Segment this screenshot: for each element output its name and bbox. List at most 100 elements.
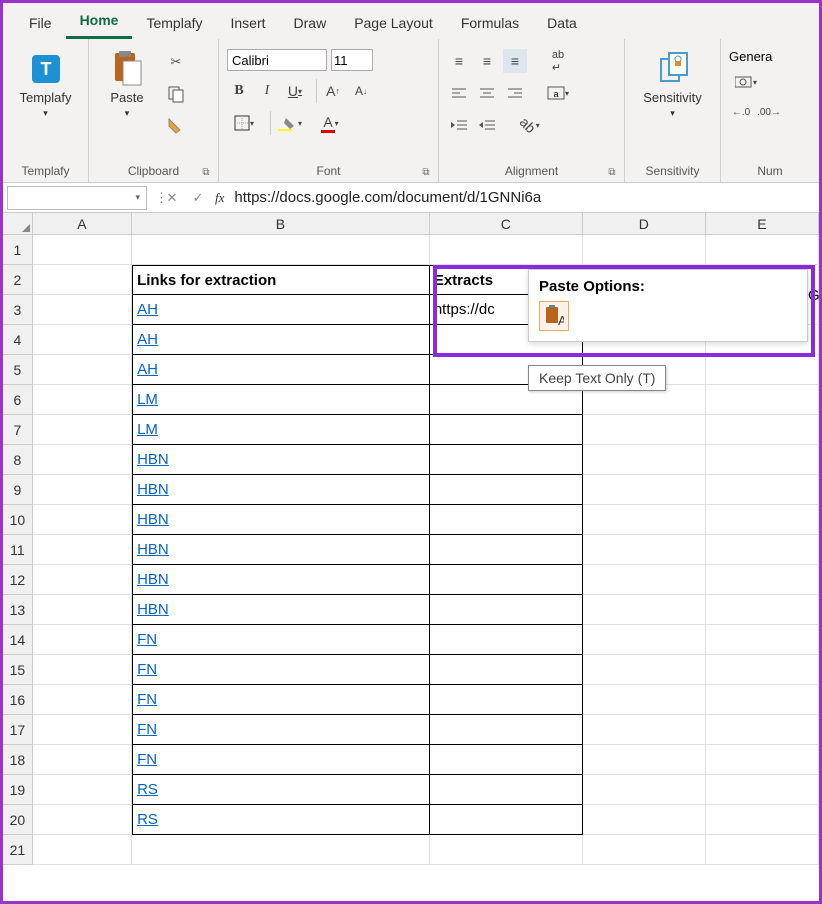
cell[interactable] [583,745,706,775]
tab-insert[interactable]: Insert [217,7,280,39]
link-cell[interactable]: FN [137,691,157,708]
cell[interactable] [430,415,583,445]
cell[interactable] [583,565,706,595]
keep-text-only-button[interactable]: A [539,301,569,331]
cell[interactable] [33,775,132,805]
font-name-select[interactable] [227,49,327,71]
cell[interactable] [583,655,706,685]
link-cell[interactable]: FN [137,721,157,738]
row-header[interactable]: 1 [3,235,33,265]
cell[interactable]: AH [132,355,430,385]
cell[interactable] [706,715,819,745]
tab-draw[interactable]: Draw [280,7,341,39]
cell[interactable] [706,475,819,505]
cell[interactable] [33,235,132,265]
merge-center-button[interactable]: a▾ [541,81,575,105]
cell[interactable]: LM [132,415,430,445]
cell[interactable] [33,385,132,415]
cell[interactable] [33,685,132,715]
cell[interactable]: HBN [132,475,430,505]
enter-formula-button[interactable]: ✓ [185,190,211,206]
cell[interactable] [33,505,132,535]
align-top-button[interactable]: ≡ [447,49,471,73]
cell[interactable]: FN [132,715,430,745]
row-header[interactable]: 14 [3,625,33,655]
name-box[interactable]: ▾ [7,186,147,210]
link-cell[interactable]: AH [137,331,158,348]
cell[interactable] [430,745,583,775]
align-center-button[interactable] [475,81,499,105]
cell[interactable] [33,655,132,685]
clipboard-launcher[interactable]: ⧉ [200,167,212,179]
row-header[interactable]: 19 [3,775,33,805]
paste-button[interactable]: Paste▾ [97,49,157,122]
cell[interactable]: FN [132,655,430,685]
cell[interactable] [583,715,706,745]
cell[interactable] [33,445,132,475]
col-header-a[interactable]: A [33,213,132,235]
decrease-font-button[interactable]: A↓ [349,79,373,103]
cell[interactable] [583,505,706,535]
row-header[interactable]: 3 [3,295,33,325]
cell[interactable] [706,805,819,835]
cell[interactable] [430,535,583,565]
align-middle-button[interactable]: ≡ [475,49,499,73]
cell[interactable] [33,535,132,565]
cell[interactable] [583,535,706,565]
row-header[interactable]: 6 [3,385,33,415]
cell[interactable]: LM [132,385,430,415]
templafy-button[interactable]: T Templafy▾ [16,49,76,122]
cell[interactable] [706,535,819,565]
row-header[interactable]: 17 [3,715,33,745]
italic-button[interactable]: I [255,79,279,103]
tab-data[interactable]: Data [533,7,591,39]
decrease-decimal-button[interactable]: .00→ [757,100,781,124]
cell[interactable] [430,445,583,475]
cell[interactable] [583,805,706,835]
cell[interactable] [706,625,819,655]
tab-page-layout[interactable]: Page Layout [340,7,447,39]
cell[interactable] [33,415,132,445]
cell[interactable] [706,775,819,805]
cell[interactable] [706,595,819,625]
increase-font-button[interactable]: A↑ [321,79,345,103]
decrease-indent-button[interactable] [447,113,471,137]
align-left-button[interactable] [447,81,471,105]
link-cell[interactable]: FN [137,751,157,768]
bold-button[interactable]: B [227,79,251,103]
cell[interactable]: HBN [132,445,430,475]
increase-decimal-button[interactable]: ←.0 [729,100,753,124]
cell[interactable] [706,685,819,715]
row-header[interactable]: 9 [3,475,33,505]
col-header-b[interactable]: B [132,213,430,235]
row-header[interactable]: 12 [3,565,33,595]
cell[interactable] [430,655,583,685]
cell[interactable]: HBN [132,505,430,535]
cell[interactable]: HBN [132,565,430,595]
cell[interactable] [706,235,819,265]
cell[interactable] [430,475,583,505]
cell[interactable] [33,745,132,775]
row-header[interactable]: 16 [3,685,33,715]
cell[interactable] [583,445,706,475]
copy-button[interactable] [163,81,189,107]
cell[interactable] [706,505,819,535]
link-cell[interactable]: RS [137,811,158,828]
link-cell[interactable]: HBN [137,541,169,558]
cell[interactable]: RS [132,775,430,805]
cell[interactable] [132,235,430,265]
tab-file[interactable]: File [15,7,66,39]
link-cell[interactable]: FN [137,661,157,678]
cell[interactable] [33,565,132,595]
cell[interactable] [33,805,132,835]
cell[interactable] [430,715,583,745]
align-bottom-button[interactable]: ≡ [503,49,527,73]
cell[interactable]: Links for extraction [132,265,430,295]
tab-templafy[interactable]: Templafy [132,7,216,39]
cell[interactable] [33,475,132,505]
cell[interactable] [583,685,706,715]
cancel-formula-button[interactable]: ✕ [159,190,185,206]
cell[interactable]: RS [132,805,430,835]
sensitivity-button[interactable]: Sensitivity▾ [643,49,703,122]
cell[interactable] [706,655,819,685]
